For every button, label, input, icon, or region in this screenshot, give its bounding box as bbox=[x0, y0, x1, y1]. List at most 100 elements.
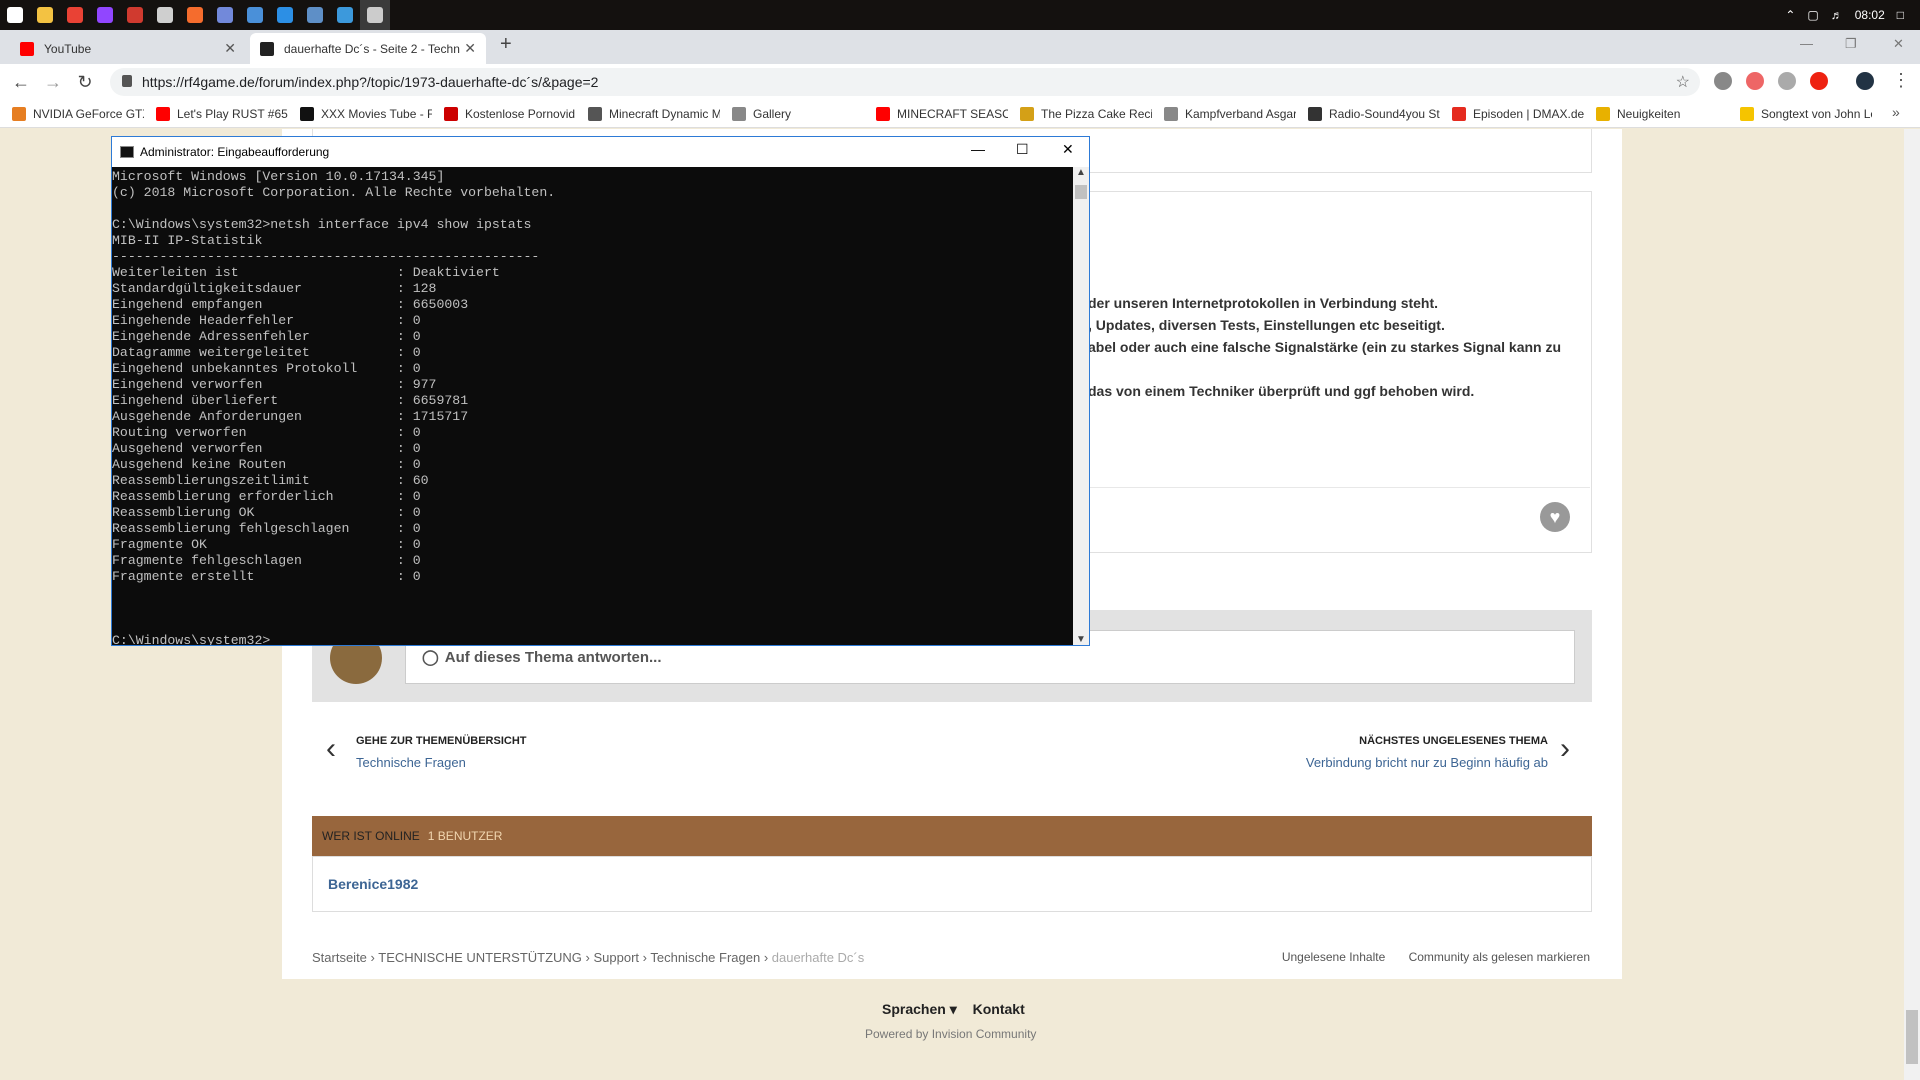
like-heart-icon[interactable]: ♥ bbox=[1540, 502, 1570, 532]
cmd-line: Reassemblierung OK : 0 bbox=[112, 505, 421, 520]
bookmark-item[interactable]: Kostenlose Pornovid bbox=[444, 106, 576, 121]
chevron-left-icon[interactable]: ‹ bbox=[326, 732, 336, 766]
cmd-line: Datagramme weitergeleitet : 0 bbox=[112, 345, 421, 360]
prev-topic-title[interactable]: Technische Fragen bbox=[356, 755, 466, 770]
bookmark-item[interactable]: Episoden | DMAX.de bbox=[1452, 106, 1584, 121]
windows-start-icon[interactable] bbox=[0, 0, 30, 30]
cmd-line: (c) 2018 Microsoft Corporation. Alle Rec… bbox=[112, 185, 556, 200]
bookmark-item[interactable]: Gallery bbox=[732, 106, 864, 121]
cmd-title-bar[interactable]: Administrator: Eingabeaufforderung — ☐ ✕ bbox=[112, 137, 1089, 167]
extension-icon[interactable] bbox=[1714, 72, 1732, 90]
profile-avatar[interactable] bbox=[1856, 72, 1874, 90]
cmd-line: Fragmente erstellt : 0 bbox=[112, 569, 421, 584]
chevron-right-icon[interactable]: › bbox=[1560, 732, 1570, 766]
breadcrumb-item[interactable]: Technische Fragen bbox=[650, 950, 760, 965]
bookmarks-bar: NVIDIA GeForce GTX Let's Play RUST #65 - X… bbox=[0, 100, 1920, 128]
breadcrumb-separator: › bbox=[366, 950, 379, 965]
language-dropdown[interactable]: Sprachen bbox=[882, 1001, 946, 1017]
breadcrumb-item[interactable]: TECHNISCHE UNTERSTÜTZUNG bbox=[378, 950, 582, 965]
bookmark-favicon-icon bbox=[732, 106, 746, 121]
breadcrumb-item[interactable]: Startseite bbox=[312, 950, 367, 965]
menu-dots-icon[interactable]: ⋮ bbox=[1892, 70, 1910, 91]
app-icon-glyph bbox=[127, 7, 143, 23]
bookmark-item[interactable]: Radio-Sound4you St bbox=[1308, 106, 1440, 121]
forward-icon[interactable]: → bbox=[42, 72, 64, 93]
post-text-line: der unseren Internetprotokollen in Verbi… bbox=[1088, 295, 1439, 311]
reload-icon[interactable]: ↻ bbox=[74, 72, 96, 93]
cmd-title: Administrator: Eingabeaufforderung bbox=[140, 145, 330, 159]
network-icon[interactable]: ▢ bbox=[1807, 8, 1818, 22]
next-topic-title[interactable]: Verbindung bricht nur zu Beginn häufig a… bbox=[1306, 755, 1548, 770]
maximize-button[interactable]: ☐ bbox=[1016, 141, 1029, 158]
bookmark-item[interactable]: XXX Movies Tube - Fr bbox=[300, 106, 432, 121]
contact-link[interactable]: Kontakt bbox=[973, 1001, 1025, 1017]
url-input[interactable]: https://rf4game.de/forum/index.php?/topi… bbox=[110, 68, 1700, 96]
next-topic-label[interactable]: NÄCHSTES UNGELESENES THEMA bbox=[1359, 735, 1548, 747]
file-explorer-icon[interactable] bbox=[30, 0, 60, 30]
close-icon[interactable]: ✕ bbox=[224, 40, 236, 57]
clock[interactable]: 08:02 bbox=[1855, 8, 1885, 22]
close-button[interactable]: ✕ bbox=[1062, 141, 1074, 158]
twitch-icon[interactable] bbox=[90, 0, 120, 30]
discord-icon[interactable] bbox=[210, 0, 240, 30]
online-user-link[interactable]: Berenice1982 bbox=[328, 876, 418, 892]
battlenet-icon[interactable] bbox=[270, 0, 300, 30]
more-bookmarks-icon[interactable]: » bbox=[1892, 104, 1900, 120]
breadcrumb-item[interactable]: Support bbox=[593, 950, 639, 965]
cmd-icon[interactable] bbox=[360, 0, 390, 30]
extension-icon[interactable] bbox=[1746, 72, 1764, 90]
bookmark-item[interactable]: Neuigkeiten bbox=[1596, 106, 1728, 121]
restore-button[interactable]: ❐ bbox=[1845, 36, 1857, 52]
minimize-button[interactable]: — bbox=[1800, 36, 1813, 51]
mark-read-link[interactable]: Community als gelesen markieren bbox=[1409, 950, 1590, 964]
cmd-line: C:\Windows\system32>netsh interface ipv4… bbox=[112, 217, 532, 232]
cmd-line: Eingehende Headerfehler : 0 bbox=[112, 313, 421, 328]
chevron-up-icon[interactable]: ⌃ bbox=[1785, 8, 1795, 22]
steam-icon-glyph bbox=[307, 7, 323, 23]
tab-forum[interactable]: dauerhafte Dc´s - Seite 2 - Techn ✕ bbox=[250, 33, 486, 64]
battlenet-icon-glyph bbox=[277, 7, 293, 23]
origin-icon[interactable] bbox=[180, 0, 210, 30]
close-icon[interactable]: ✕ bbox=[464, 40, 476, 57]
uplay-icon[interactable] bbox=[240, 0, 270, 30]
minimize-button[interactable]: — bbox=[971, 141, 985, 157]
close-window-button[interactable]: ✕ bbox=[1893, 36, 1904, 52]
online-heading: WER IST ONLINE bbox=[322, 829, 420, 843]
new-tab-button[interactable]: + bbox=[500, 33, 512, 56]
breadcrumb-separator: › bbox=[760, 950, 772, 965]
caret-down-icon[interactable]: ▾ bbox=[950, 1001, 957, 1017]
bookmark-item[interactable]: The Pizza Cake Recip bbox=[1020, 106, 1152, 121]
bookmark-item[interactable]: Minecraft Dynamic M bbox=[588, 106, 720, 121]
back-icon[interactable]: ← bbox=[10, 72, 32, 93]
bookmark-item[interactable]: Songtext von John Le bbox=[1740, 106, 1872, 121]
system-tray: ⌃ ▢ ♬ 08:02 □ bbox=[1779, 0, 1920, 30]
bookmark-star-icon[interactable]: ☆ bbox=[1676, 72, 1690, 92]
bookmark-item[interactable]: NVIDIA GeForce GTX bbox=[12, 106, 144, 121]
tab-title: YouTube bbox=[44, 41, 92, 56]
bookmark-item[interactable]: Let's Play RUST #65 - bbox=[156, 106, 288, 121]
scroll-up-icon[interactable]: ▲ bbox=[1076, 167, 1086, 178]
notification-icon[interactable]: □ bbox=[1897, 8, 1904, 22]
app-icon[interactable] bbox=[120, 0, 150, 30]
bookmark-item[interactable]: Kampfverband Asgar bbox=[1164, 106, 1296, 121]
volume-icon[interactable]: ♬ bbox=[1831, 8, 1843, 22]
unread-link[interactable]: Ungelesene Inhalte bbox=[1282, 950, 1385, 964]
bookmark-item[interactable]: MINECRAFT SEASON bbox=[876, 106, 1008, 121]
chrome-icon[interactable] bbox=[60, 0, 90, 30]
tool-icon[interactable] bbox=[150, 0, 180, 30]
scroll-down-icon[interactable]: ▼ bbox=[1076, 634, 1086, 645]
cmd-scrollbar[interactable]: ▲ ▼ bbox=[1073, 167, 1089, 645]
cmd-scrollbar-thumb[interactable] bbox=[1075, 185, 1087, 199]
vscode-icon[interactable] bbox=[330, 0, 360, 30]
cmd-window[interactable]: Administrator: Eingabeaufforderung — ☐ ✕… bbox=[111, 136, 1090, 646]
cmd-output[interactable]: Microsoft Windows [Version 10.0.17134.34… bbox=[112, 167, 1072, 645]
page-scrollbar[interactable] bbox=[1904, 129, 1920, 1080]
online-header: WER IST ONLINE 1 BENUTZER bbox=[312, 816, 1592, 856]
page-scrollbar-thumb[interactable] bbox=[1906, 1010, 1918, 1064]
adblock-icon[interactable] bbox=[1810, 72, 1828, 90]
extension-icon[interactable] bbox=[1778, 72, 1796, 90]
steam-icon[interactable] bbox=[300, 0, 330, 30]
bookmark-label: NVIDIA GeForce GTX bbox=[33, 106, 144, 121]
tab-youtube[interactable]: YouTube ✕ bbox=[10, 33, 246, 64]
prev-topic-label[interactable]: GEHE ZUR THEMENÜBERSICHT bbox=[356, 735, 527, 747]
